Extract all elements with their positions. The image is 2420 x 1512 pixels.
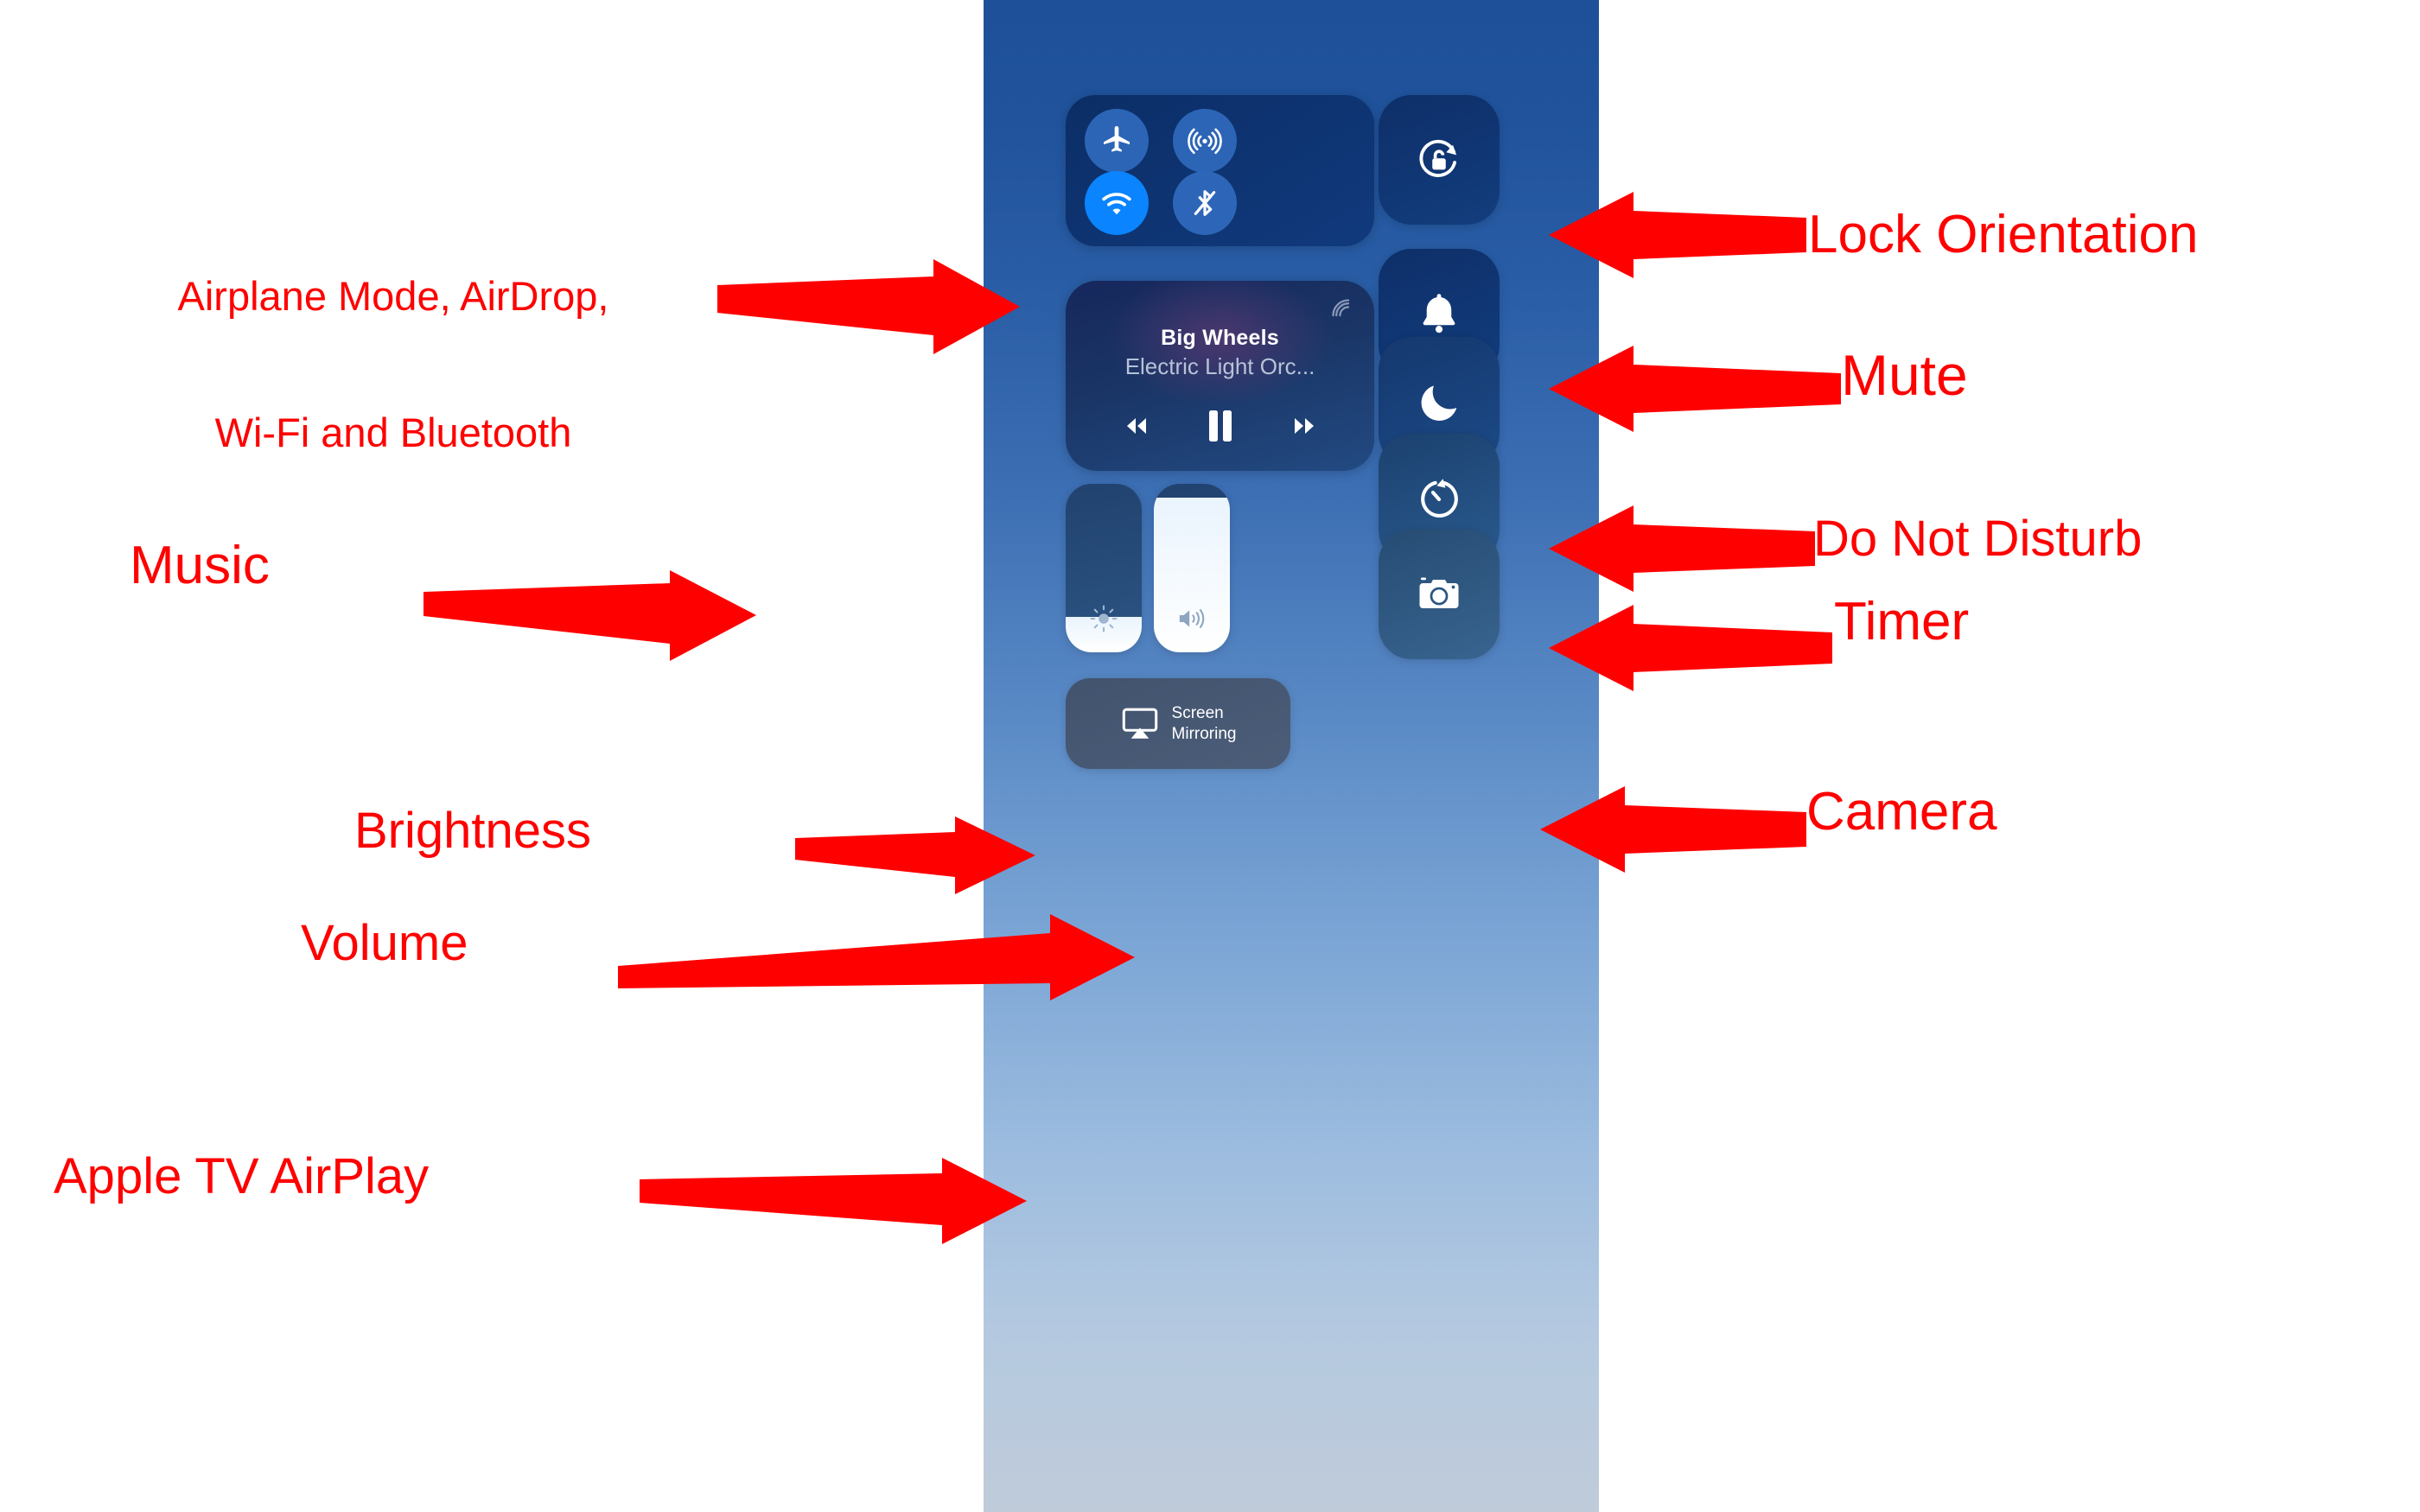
music-widget[interactable]: Big Wheels Electric Light Orc... (1066, 281, 1374, 471)
annotation-do-not-disturb: Do Not Disturb (1813, 511, 2143, 567)
music-title: Big Wheels (1161, 326, 1279, 350)
annotation-airplay: Apple TV AirPlay (54, 1148, 430, 1204)
airdrop-icon (1188, 128, 1222, 155)
rotation-lock-icon (1419, 139, 1457, 178)
bluetooth-off-icon (1194, 190, 1216, 216)
annotation-brightness: Brightness (354, 803, 592, 859)
camera-icon (1419, 577, 1459, 608)
moon-icon (1421, 385, 1457, 421)
volume-icon (1154, 604, 1230, 633)
arrow-airplay (640, 1158, 1027, 1244)
airplay-audio-icon[interactable] (1326, 293, 1355, 327)
annotation-camera: Camera (1806, 782, 1997, 842)
arrow-brightness (795, 816, 1035, 894)
annotation-timer: Timer (1834, 592, 1970, 651)
brightness-icon (1066, 604, 1142, 633)
annotation-music: Music (130, 536, 270, 595)
screen-mirroring-button[interactable]: Screen Mirroring (1066, 678, 1290, 769)
annotation-connectivity: Airplane Mode, AirDrop, Wi-Fi and Blueto… (48, 183, 739, 501)
arrow-timer (1549, 605, 1832, 691)
airplane-mode-toggle[interactable] (1085, 109, 1149, 173)
control-center-panel: Big Wheels Electric Light Orc... Screen … (984, 0, 1599, 1512)
pause-button[interactable] (1206, 408, 1235, 448)
airplane-icon (1104, 126, 1130, 152)
airdrop-toggle[interactable] (1173, 109, 1237, 173)
airplay-video-icon (1122, 708, 1157, 739)
bluetooth-toggle[interactable] (1173, 171, 1237, 235)
annotation-volume: Volume (301, 915, 468, 971)
annotation-mute: Mute (1841, 343, 1968, 407)
music-artist: Electric Light Orc... (1124, 353, 1315, 379)
arrow-mute (1549, 346, 1841, 432)
timer-icon (1421, 479, 1458, 518)
annotation-connectivity-line2: Wi-Fi and Bluetooth (214, 410, 572, 456)
wifi-toggle[interactable] (1085, 171, 1149, 235)
arrow-camera (1540, 786, 1806, 873)
screen-mirroring-label-line1: Screen (1171, 704, 1224, 723)
rewind-button[interactable] (1117, 413, 1156, 443)
arrow-volume (618, 914, 1135, 1001)
brightness-slider[interactable] (1066, 484, 1142, 652)
arrow-lock-orientation (1549, 192, 1806, 278)
lock-orientation-toggle[interactable] (1379, 95, 1500, 225)
bell-icon (1423, 294, 1455, 334)
arrow-music (424, 570, 756, 661)
volume-slider[interactable] (1154, 484, 1230, 652)
camera-toggle[interactable] (1379, 530, 1500, 659)
arrow-connectivity (717, 259, 1020, 354)
fast-forward-button[interactable] (1284, 413, 1324, 443)
annotation-connectivity-line1: Airplane Mode, AirDrop, (177, 273, 609, 320)
connectivity-group[interactable] (1066, 95, 1374, 246)
arrow-do-not-disturb (1549, 505, 1815, 592)
annotation-lock-orientation: Lock Orientation (1808, 205, 2199, 264)
screen-mirroring-label-line2: Mirroring (1171, 724, 1237, 743)
wifi-icon (1102, 193, 1131, 215)
